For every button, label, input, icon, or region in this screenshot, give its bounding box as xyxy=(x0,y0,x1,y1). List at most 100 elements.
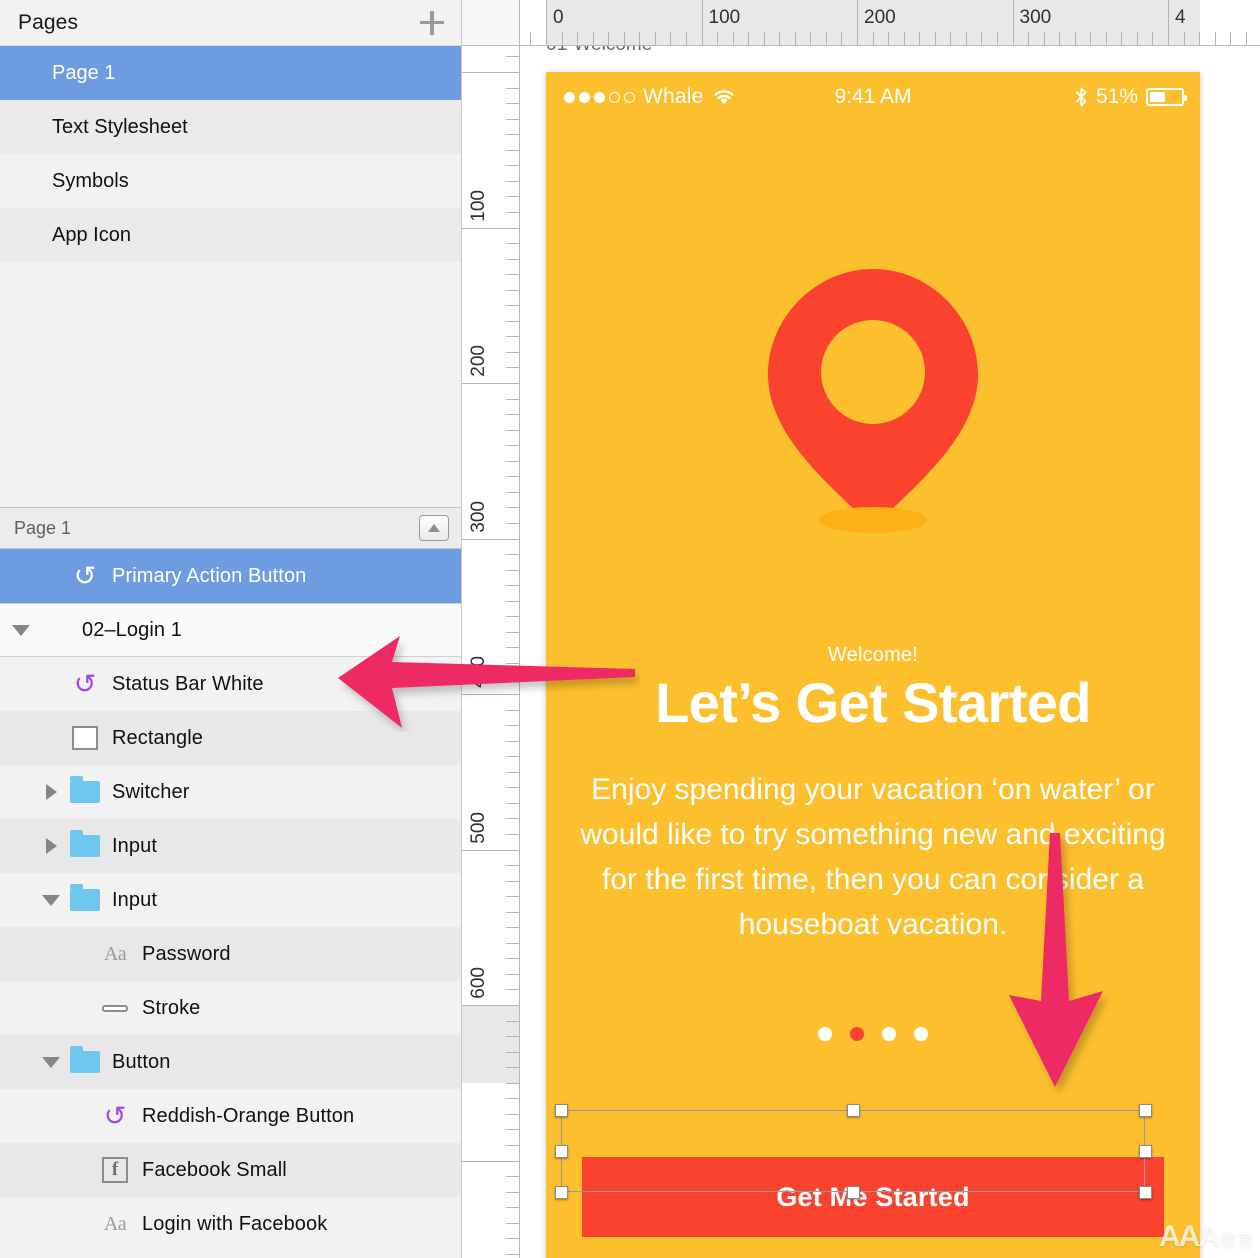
ruler-tick xyxy=(506,631,519,633)
layer-row[interactable]: Aa Login with Facebook xyxy=(0,1197,461,1251)
ruler-tick xyxy=(506,585,519,587)
pages-item-label: Text Stylesheet xyxy=(52,115,188,138)
ruler-tick xyxy=(639,32,641,45)
ruler-tick xyxy=(462,1005,519,1006)
ruler-tick xyxy=(506,398,519,400)
ruler-active-band xyxy=(462,1005,519,1083)
pages-item-label: App Icon xyxy=(52,223,131,246)
artboard-name-label[interactable]: 01-Welcome xyxy=(546,46,652,56)
layer-row[interactable]: Stroke xyxy=(0,981,461,1035)
collapse-up-icon[interactable] xyxy=(419,515,449,541)
horizontal-ruler[interactable]: 0 100 200 300 4 xyxy=(520,0,1260,46)
ruler-tick xyxy=(506,460,519,462)
ruler-label: 500 xyxy=(468,811,489,844)
resize-handle-ne[interactable] xyxy=(1138,1103,1152,1117)
layer-row[interactable]: Input xyxy=(0,819,461,873)
symbol-icon: ↺ xyxy=(103,1100,127,1131)
resize-handle-se[interactable] xyxy=(1138,1185,1152,1199)
layer-row[interactable]: Switcher xyxy=(0,765,461,819)
resize-handle-n[interactable] xyxy=(846,1103,860,1117)
ruler-tick xyxy=(965,32,967,45)
disclosure-triangle-down[interactable] xyxy=(38,894,64,906)
disclosure-triangle-right[interactable] xyxy=(38,784,64,800)
ruler-tick xyxy=(506,709,519,711)
page-dot[interactable] xyxy=(882,1027,896,1041)
ruler-tick xyxy=(506,367,519,369)
add-page-icon[interactable] xyxy=(417,8,447,38)
disclosure-triangle-down[interactable] xyxy=(38,1056,64,1068)
ruler-tick xyxy=(506,134,519,136)
resize-handle-s[interactable] xyxy=(846,1185,860,1199)
ruler-tick xyxy=(506,336,519,338)
page-indicator-dots[interactable] xyxy=(546,1027,1200,1041)
layers-panel-title: Page 1 xyxy=(14,517,72,538)
ruler-tick xyxy=(506,1098,519,1100)
ruler-tick xyxy=(462,538,519,540)
get-me-started-button[interactable]: Get Me Started xyxy=(582,1157,1164,1237)
ruler-tick xyxy=(506,958,519,960)
ruler-tick xyxy=(506,725,519,727)
ruler-tick xyxy=(825,32,827,45)
ruler-tick xyxy=(506,554,519,556)
pages-item-text-stylesheet[interactable]: Text Stylesheet xyxy=(0,100,461,154)
resize-handle-e[interactable] xyxy=(1138,1144,1152,1158)
layer-row[interactable]: f Facebook Small xyxy=(0,1143,461,1197)
layer-name-label: Input xyxy=(112,888,157,911)
layer-row[interactable]: Button xyxy=(0,1035,461,1089)
layer-row[interactable]: ↺ Reddish-Orange Button xyxy=(0,1089,461,1143)
layer-row[interactable]: ↺ Primary Action Button xyxy=(0,549,461,603)
ruler-tick xyxy=(919,32,921,45)
ruler-tick xyxy=(506,243,519,245)
ruler-tick xyxy=(506,320,519,322)
pages-panel-header: Pages xyxy=(0,0,461,46)
layer-row[interactable]: Input xyxy=(0,873,461,927)
watermark-text: AAA xyxy=(1159,1220,1220,1253)
ruler-tick xyxy=(608,32,610,45)
resize-handle-sw[interactable] xyxy=(554,1185,568,1199)
ruler-tick xyxy=(506,1191,519,1193)
pages-item-symbols[interactable]: Symbols xyxy=(0,154,461,208)
ruler-tick xyxy=(506,289,519,291)
ruler-tick xyxy=(506,569,519,571)
ruler-tick xyxy=(462,383,519,384)
layer-row[interactable]: 02–Login 1 xyxy=(0,603,461,657)
layer-icon-slot: f xyxy=(94,1157,136,1183)
ruler-tick xyxy=(1074,32,1076,45)
ruler-tick xyxy=(506,880,519,882)
ruler-tick xyxy=(506,414,519,416)
ruler-tick xyxy=(506,211,519,213)
resize-handle-nw[interactable] xyxy=(554,1103,568,1117)
chevron-down-icon xyxy=(42,894,60,906)
ruler-tick xyxy=(506,87,519,89)
ruler-tick xyxy=(506,787,519,789)
layer-name-label: Login with Facebook xyxy=(142,1212,328,1235)
ruler-tick xyxy=(506,274,519,276)
disclosure-triangle-down[interactable] xyxy=(8,624,34,636)
ruler-tick xyxy=(1043,32,1045,45)
chevron-down-icon xyxy=(42,1056,60,1068)
ruler-tick xyxy=(506,662,519,664)
folder-icon xyxy=(70,776,100,803)
ruler-tick xyxy=(592,32,594,45)
layer-icon-slot: ↺ xyxy=(64,562,106,590)
ruler-tick xyxy=(1028,32,1030,45)
sketch-app-window: Pages Page 1 Text Stylesheet Symbols App Ic… xyxy=(0,0,1260,1258)
disclosure-triangle-right[interactable] xyxy=(38,838,64,854)
vertical-ruler[interactable]: 0100200300400500600 xyxy=(462,46,520,1258)
page-dot[interactable] xyxy=(818,1027,832,1041)
layer-row[interactable]: ↺ Status Bar White xyxy=(0,657,461,711)
page-dot[interactable] xyxy=(914,1027,928,1041)
pages-item-app-icon[interactable]: App Icon xyxy=(0,208,461,262)
ruler-tick xyxy=(841,32,843,45)
layer-row[interactable]: Rectangle xyxy=(0,711,461,765)
pages-item-page-1[interactable]: Page 1 xyxy=(0,46,461,100)
ruler-tick xyxy=(506,600,519,602)
artboard-01-welcome[interactable]: Whale 9:41 AM 51% Welcome! Let’s Get Sta… xyxy=(546,72,1200,1258)
resize-handle-w[interactable] xyxy=(554,1144,568,1158)
layer-row[interactable]: Aa Password xyxy=(0,927,461,981)
ruler-tick xyxy=(506,647,519,649)
ruler-tick xyxy=(1121,32,1123,45)
canvas-area[interactable]: 01-Welcome Whale 9:41 AM xyxy=(520,46,1260,1258)
page-dot[interactable] xyxy=(850,1027,864,1041)
layer-name-label: Primary Action Button xyxy=(112,564,307,587)
